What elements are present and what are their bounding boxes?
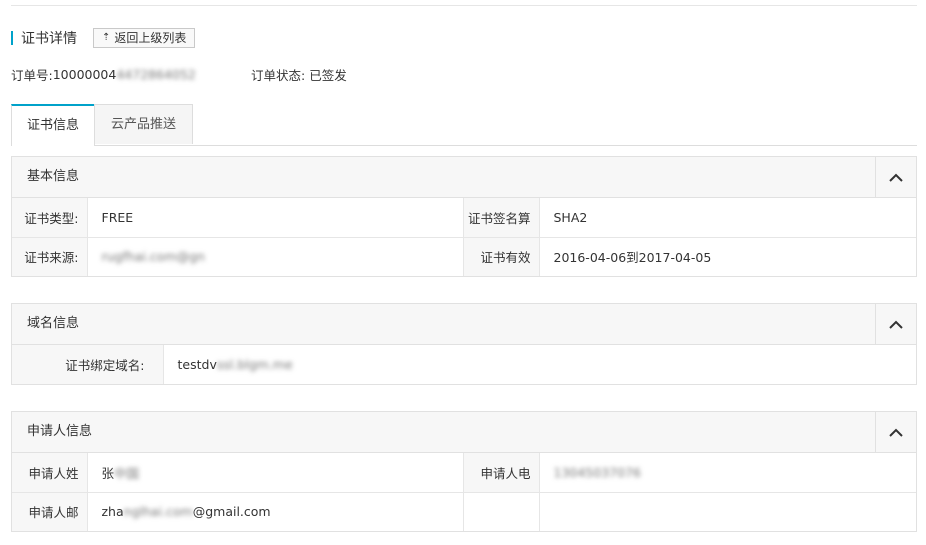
domain-info-collapse-button[interactable] <box>875 304 916 344</box>
cert-validity-value: 2016-04-06到2017-04-05 <box>539 236 916 276</box>
order-info: 订单号: 10000004 4472864052 订单状态: 已签发 <box>11 65 347 83</box>
cert-source-value: rugfhai.com@gn <box>101 249 205 265</box>
cert-signature-algo-label: 证书签名算 <box>463 198 540 237</box>
cert-type-label: 证书类型: <box>12 198 88 237</box>
applicant-phone-label: 申请人电 <box>463 453 540 492</box>
basic-info-header: 基本信息 <box>12 157 916 198</box>
table-row: 申请人邮 zhanglhai.com@gmail.com <box>12 491 916 531</box>
title-accent-bar <box>11 31 13 45</box>
table-row: 证书类型: FREE 证书签名算 SHA2 <box>12 198 916 237</box>
bound-domain-cell: testdvssl.blgm.me <box>163 345 916 384</box>
chevron-up-icon <box>889 173 903 182</box>
basic-info-panel: 基本信息 证书类型: FREE 证书签名算 SHA2 证书来源: rugfhai… <box>11 156 917 277</box>
basic-info-title: 基本信息 <box>27 169 80 184</box>
order-number-prefix: 10000004 <box>52 66 117 82</box>
applicant-info-panel: 申请人信息 申请人姓 张中国 申请人电 13045037076 申请人邮 zha… <box>11 411 917 532</box>
back-to-list-label: 返回上级列表 <box>114 31 187 45</box>
cert-validity-label: 证书有效 <box>463 236 540 276</box>
bound-domain-blurred: ssl.blgm.me <box>216 357 293 372</box>
chevron-up-icon <box>889 428 903 437</box>
applicant-info-header: 申请人信息 <box>12 412 916 453</box>
order-status-value: 已签发 <box>309 67 347 83</box>
cert-source-label: 证书来源: <box>12 236 88 276</box>
tab-certificate-info[interactable]: 证书信息 <box>11 104 95 146</box>
chevron-up-icon <box>889 320 903 329</box>
tab-cloud-product-push[interactable]: 云产品推送 <box>94 104 193 144</box>
upload-arrow-icon: ⇡ <box>102 32 111 43</box>
applicant-email-blurred: nglhai.com <box>123 504 193 520</box>
back-to-list-button[interactable]: ⇡ 返回上级列表 <box>93 28 196 48</box>
order-status: 订单状态: 已签发 <box>251 65 347 84</box>
applicant-name-prefix: 张 <box>101 465 115 481</box>
applicant-info-collapse-button[interactable] <box>875 412 916 452</box>
order-number-blurred: 4472864052 <box>116 66 196 82</box>
applicant-email-suffix: @gmail.com <box>192 504 271 520</box>
applicant-info-title: 申请人信息 <box>27 424 93 439</box>
applicant-email-prefix: zha <box>101 504 124 520</box>
cert-source-cell: rugfhai.com@gn <box>87 236 464 276</box>
applicant-phone-value: 13045037076 <box>553 464 641 480</box>
cert-type-value: FREE <box>87 198 464 237</box>
bound-domain-prefix: testdv <box>177 357 217 372</box>
applicant-email-cell: zhanglhai.com@gmail.com <box>87 491 464 531</box>
domain-info-header: 域名信息 <box>12 304 916 345</box>
table-row: 申请人姓 张中国 申请人电 13045037076 <box>12 453 916 492</box>
basic-info-table: 证书类型: FREE 证书签名算 SHA2 证书来源: rugfhai.com@… <box>12 198 916 276</box>
bound-domain-label: 证书绑定域名: <box>12 345 164 384</box>
applicant-info-table: 申请人姓 张中国 申请人电 13045037076 申请人邮 zhanglhai… <box>12 453 916 531</box>
basic-info-collapse-button[interactable] <box>875 157 916 197</box>
order-status-label: 订单状态: <box>251 67 306 83</box>
cert-signature-algo-value: SHA2 <box>553 209 588 225</box>
applicant-name-cell: 张中国 <box>87 453 464 492</box>
applicant-name-blurred: 中国 <box>114 465 140 481</box>
top-divider <box>11 5 917 6</box>
page-header: 证书详情 ⇡ 返回上级列表 <box>11 28 196 48</box>
table-row: 证书绑定域名: testdvssl.blgm.me <box>12 345 916 384</box>
applicant-name-label: 申请人姓 <box>12 453 88 492</box>
domain-info-table: 证书绑定域名: testdvssl.blgm.me <box>12 345 916 384</box>
domain-info-title: 域名信息 <box>27 316 80 331</box>
empty-label-cell <box>463 491 540 531</box>
page-title: 证书详情 <box>21 31 77 47</box>
table-row: 证书来源: rugfhai.com@gn 证书有效 2016-04-06到201… <box>12 236 916 276</box>
tab-bar: 证书信息 云产品推送 <box>11 104 917 146</box>
empty-value-cell <box>539 491 916 531</box>
applicant-phone-cell: 13045037076 <box>539 453 916 492</box>
domain-info-panel: 域名信息 证书绑定域名: testdvssl.blgm.me <box>11 303 917 385</box>
applicant-email-label: 申请人邮 <box>12 491 88 531</box>
order-number-label: 订单号: <box>11 67 53 83</box>
